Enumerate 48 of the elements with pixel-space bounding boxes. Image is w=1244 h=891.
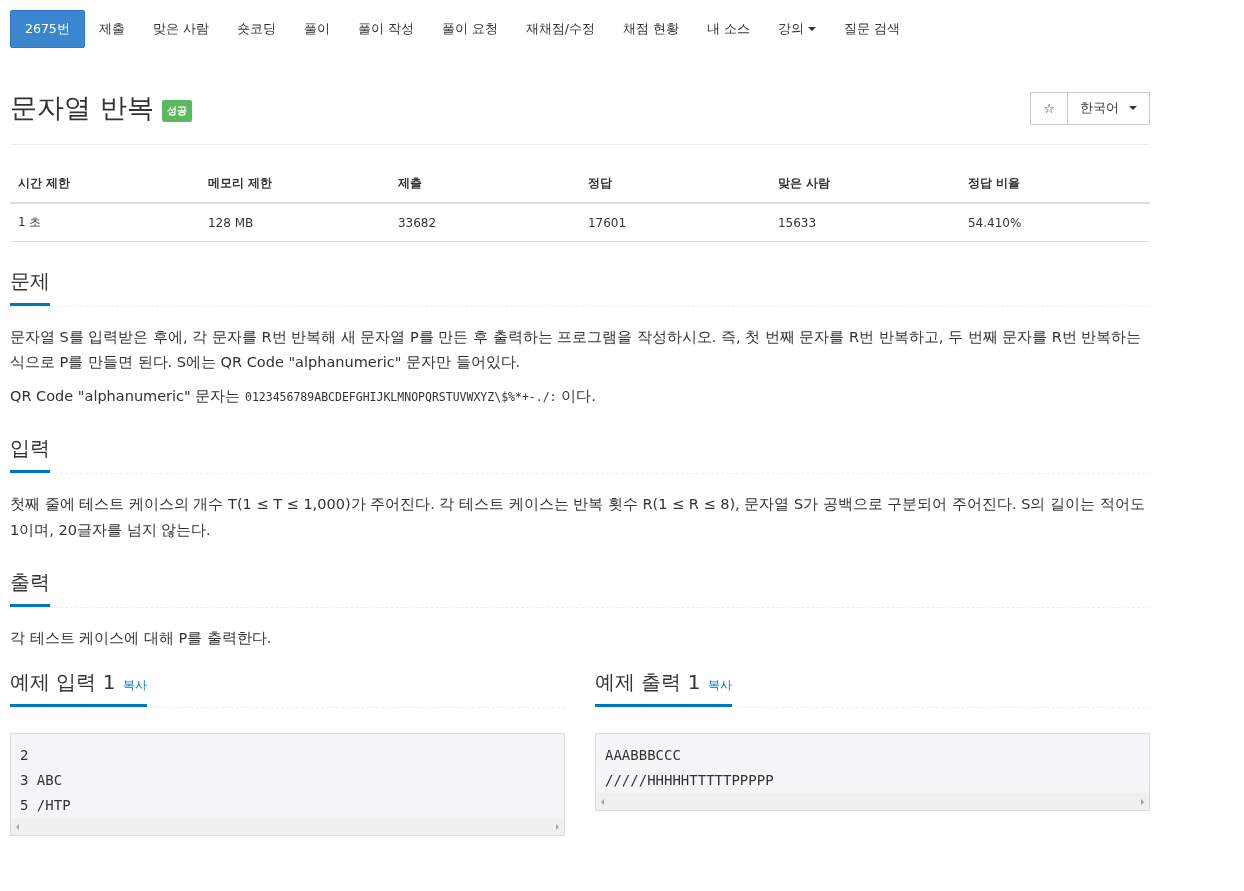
- nav-tab[interactable]: 질문 검색: [829, 10, 914, 48]
- section-heading: 입력: [10, 435, 50, 474]
- paragraph: 문자열 S를 입력받은 후에, 각 문자를 R번 반복해 새 문자열 P를 만든 후 출력하는 프로그램을 작성하시오. 즉, 첫 번째 문자를 R번 반복하고, 두 번째 문자를 R번 반복하는 식으로 P를 만들면 된다. S에는 QR Code "alphanumeric" 문자만 들어있다.: [10, 328, 1143, 373]
- caret-icon: [1129, 106, 1137, 110]
- paragraph: 첫째 줄에 테스트 케이스의 개수 T(1 ≤ T ≤ 1,000)가 주어진다. 각 테스트 케이스는 반복 횟수 R(1 ≤ R ≤ 8), 문자열 S가 공백으로 구분되어 주어진다. S의 길이는 적어도 1이며, 20글자를 넘지 않는다.: [10, 495, 1146, 540]
- result-badge: 성공: [161, 100, 192, 122]
- column-header: 맞은 사람: [769, 165, 960, 203]
- problem-title: 문자열 반복: [10, 91, 154, 125]
- sample-text: 2 3 ABC 5 /HTP: [19, 746, 72, 816]
- horizontal-scrollbar[interactable]: [596, 793, 1149, 811]
- nav-tab[interactable]: 제출: [84, 10, 139, 48]
- section-heading: 예제 입력 1: [10, 669, 116, 697]
- paragraph: 각 테스트 케이스에 대해 P를 출력한다.: [10, 628, 273, 648]
- nav-tab[interactable]: 채점 현황: [609, 10, 693, 48]
- table-cell: 17601: [579, 203, 770, 242]
- column-header: 정답 비율: [959, 165, 1150, 203]
- table-cell: 15633: [769, 203, 960, 242]
- language-dropdown[interactable]: 한국어: [1068, 91, 1150, 125]
- favorite-button[interactable]: ☆: [1030, 91, 1068, 125]
- column-header: 제출: [389, 165, 580, 203]
- nav-tab[interactable]: 재채점/수정: [511, 10, 609, 48]
- section-heading: 출력: [10, 568, 50, 607]
- column-header: 메모리 제한: [200, 165, 390, 203]
- column-header: 정답: [579, 165, 770, 203]
- left-arrow-icon[interactable]: [601, 798, 604, 805]
- nav-tab[interactable]: 내 소스: [692, 10, 764, 48]
- left-arrow-icon[interactable]: [16, 823, 19, 830]
- right-arrow-icon[interactable]: [556, 823, 559, 830]
- paragraph: QR Code "alphanumeric" 문자는 0123456789ABCDEFGHIJKLMNOPQRSTUVWXYZ\$%*+-./: 이다.: [10, 386, 597, 406]
- section-heading: 문제: [10, 268, 50, 306]
- sample-text: AAABBBCCC /////HHHHHTTTTTPPPPP: [604, 746, 775, 791]
- table-cell: 54.410%: [959, 203, 1150, 242]
- nav-tab[interactable]: 풀이 요청: [427, 10, 512, 48]
- right-arrow-icon[interactable]: [1141, 798, 1144, 805]
- table-cell: 33682: [389, 203, 580, 242]
- section-heading: 예제 출력 1: [595, 669, 701, 697]
- nav-tab[interactable]: 숏코딩: [222, 10, 290, 48]
- nav-tab[interactable]: 2675번: [10, 10, 85, 48]
- horizontal-scrollbar[interactable]: [11, 818, 564, 836]
- nav-tab[interactable]: 강의: [763, 10, 830, 48]
- column-header: 시간 제한: [10, 165, 200, 203]
- copy-link[interactable]: 복사: [708, 677, 733, 695]
- copy-link[interactable]: 복사: [123, 677, 148, 695]
- nav-tab[interactable]: 풀이: [289, 10, 344, 48]
- table-cell: 1 초: [10, 203, 200, 242]
- nav-tab[interactable]: 풀이 작성: [343, 10, 428, 48]
- table-cell: 128 MB: [200, 203, 390, 242]
- nav-tab[interactable]: 맞은 사람: [138, 10, 223, 48]
